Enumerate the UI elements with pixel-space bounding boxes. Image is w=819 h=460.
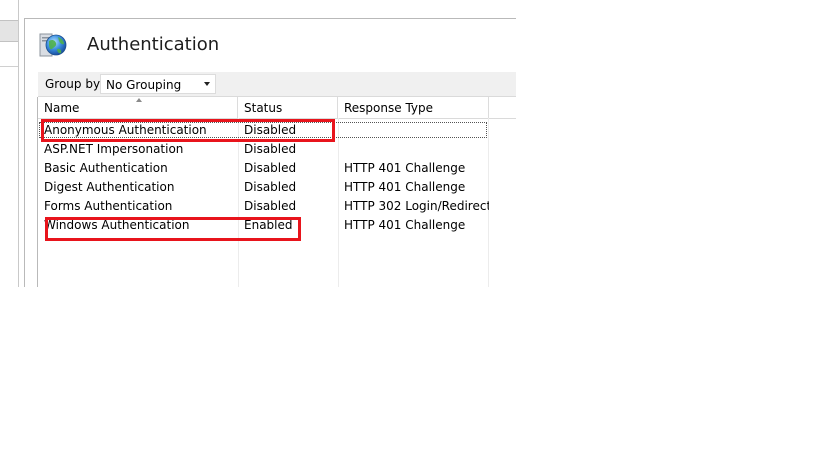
connections-pane-header	[0, 20, 18, 42]
iis-manager-window: Authentication Group by: No Grouping Nam…	[0, 0, 516, 287]
column-header-status[interactable]: Status	[238, 97, 338, 118]
row-response-type: HTTP 302 Login/Redirect	[344, 199, 489, 213]
list-header: Name Status Response Type	[38, 97, 516, 119]
group-by-label: Group by:	[45, 77, 104, 91]
chevron-down-icon[interactable]	[204, 82, 210, 86]
group-by-bar: Group by: No Grouping	[38, 72, 516, 97]
row-name: Digest Authentication	[44, 180, 175, 194]
sort-indicator-icon	[136, 98, 142, 102]
column-header-status-label: Status	[244, 101, 283, 115]
row-name: Forms Authentication	[44, 199, 173, 213]
row-response-type: HTTP 401 Challenge	[344, 218, 466, 232]
list-row-basic-authentication[interactable]: Basic Authentication Disabled HTTP 401 C…	[38, 159, 488, 178]
column-header-response-type-label: Response Type	[344, 101, 434, 115]
row-response-type: HTTP 401 Challenge	[344, 161, 466, 175]
group-by-value: No Grouping	[106, 78, 182, 92]
row-status: Disabled	[244, 199, 297, 213]
column-header-name-label: Name	[44, 101, 80, 115]
row-name: ASP.NET Impersonation	[44, 142, 184, 156]
row-status: Disabled	[244, 161, 297, 175]
row-response-type: HTTP 401 Challenge	[344, 180, 466, 194]
list-row-digest-authentication[interactable]: Digest Authentication Disabled HTTP 401 …	[38, 178, 488, 197]
row-status: Disabled	[244, 180, 297, 194]
row-status: Disabled	[244, 142, 297, 156]
globe-icon	[39, 33, 67, 57]
connections-pane-divider	[0, 66, 18, 67]
list-row-forms-authentication[interactable]: Forms Authentication Disabled HTTP 302 L…	[38, 197, 489, 216]
list-row-asp-net-impersonation[interactable]: ASP.NET Impersonation Disabled	[38, 140, 488, 159]
column-header-name[interactable]: Name	[38, 97, 238, 118]
row-response-type	[338, 121, 489, 140]
row-name: Basic Authentication	[44, 161, 168, 175]
highlight-annotation-anonymous	[41, 119, 335, 142]
connections-pane	[0, 0, 19, 287]
column-header-response-type[interactable]: Response Type	[338, 97, 489, 118]
group-by-select[interactable]: No Grouping	[100, 74, 216, 94]
page-title: Authentication	[87, 34, 220, 55]
highlight-annotation-windows	[45, 217, 301, 241]
row-response-type	[338, 140, 489, 159]
